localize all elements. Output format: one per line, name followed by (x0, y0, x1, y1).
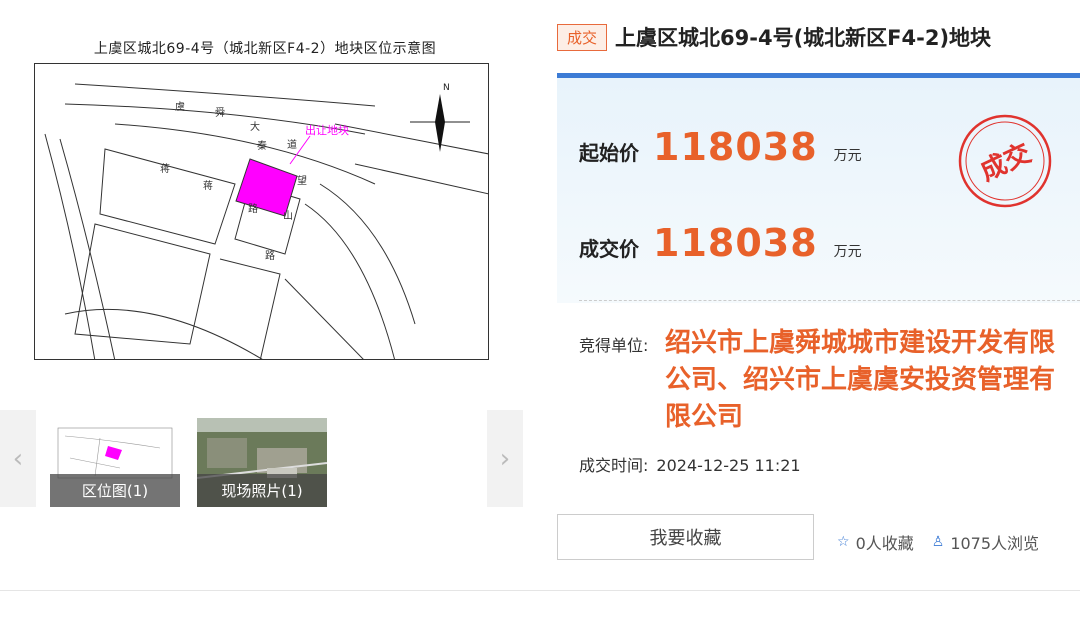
star-icon: ☆ (837, 534, 850, 550)
svg-text:路: 路 (248, 202, 258, 215)
thumb-prev-button[interactable]: ‹ (0, 410, 36, 507)
start-price-row: 起始价 118038 万元 (579, 125, 862, 169)
map-title: 上虞区城北69-4号（城北新区F4-2）地块区位示意图 (93, 41, 437, 57)
users-icon: ♙ (931, 534, 945, 550)
favorite-count: 0人收藏 (855, 534, 914, 553)
deal-price-label: 成交价 (579, 237, 639, 261)
start-price-value: 118038 (653, 125, 818, 169)
thumb-location-map[interactable]: 区位图(1) (50, 418, 180, 507)
view-count: 1075人浏览 (950, 534, 1040, 553)
deal-price-value: 118038 (653, 221, 818, 265)
divider (579, 300, 1080, 301)
svg-text:蒋: 蒋 (160, 163, 170, 175)
deal-time-row: 成交时间: 2024-12-25 11:21 (579, 452, 809, 476)
favorite-button[interactable]: 我要收藏 (557, 514, 814, 560)
svg-text:望: 望 (297, 174, 307, 187)
winner-label: 竞得单位: (579, 336, 649, 355)
svg-text:道: 道 (287, 138, 297, 151)
map-section: 上虞区城北69-4号（城北新区F4-2）地块区位示意图 出让地块 虞 舜 大 道… (0, 0, 530, 400)
svg-text:路: 路 (265, 249, 275, 262)
thumb-label: 区位图(1) (50, 474, 180, 507)
svg-text:N: N (443, 83, 450, 93)
map-marker-label: 出让地块 (305, 123, 349, 137)
location-map[interactable]: 出让地块 虞 舜 大 道 蒋 秦 望 路 蒋 山 路 N (34, 63, 489, 360)
stats-row: ☆ 0人收藏 ♙ 1075人浏览 (837, 530, 1039, 554)
map-drawing: 出让地块 虞 舜 大 道 蒋 秦 望 路 蒋 山 路 N (44, 83, 488, 359)
plot-polygon (235, 158, 298, 217)
deal-stamp-icon: 成交 (958, 114, 1052, 208)
svg-text:舜: 舜 (215, 106, 225, 119)
listing-panel: 成交 上虞区城北69-4号(城北新区F4-2)地块 起始价 118038 万元 … (557, 0, 1080, 625)
svg-text:蒋: 蒋 (203, 180, 213, 192)
start-price-unit: 万元 (833, 148, 862, 164)
svg-text:虞: 虞 (175, 100, 185, 113)
start-price-label: 起始价 (579, 141, 639, 165)
thumb-next-button[interactable]: › (487, 410, 523, 507)
winner-value: 绍兴市上虞舜城城市建设开发有限公司、绍兴市上虞虞安投资管理有限公司 (665, 328, 1056, 432)
compass-icon: N (410, 83, 470, 152)
chevron-right-icon: › (499, 443, 511, 474)
title-row: 成交 上虞区城北69-4号(城北新区F4-2)地块 (557, 22, 991, 52)
thumb-site-photo[interactable]: 现场照片(1) (197, 418, 327, 507)
svg-text:山: 山 (283, 210, 293, 222)
deal-time-value: 2024-12-25 11:21 (656, 456, 801, 475)
deal-price-unit: 万元 (833, 244, 862, 260)
svg-text:大: 大 (250, 120, 260, 133)
svg-text:秦: 秦 (257, 139, 267, 152)
deal-time-label: 成交时间: (579, 456, 649, 475)
bottom-divider (0, 590, 1080, 591)
page-title: 上虞区城北69-4号(城北新区F4-2)地块 (615, 26, 992, 50)
svg-text:成交: 成交 (976, 137, 1036, 187)
thumb-label: 现场照片(1) (197, 474, 327, 507)
deal-price-row: 成交价 118038 万元 (579, 221, 862, 265)
chevron-left-icon: ‹ (12, 443, 24, 474)
status-badge: 成交 (557, 23, 608, 51)
